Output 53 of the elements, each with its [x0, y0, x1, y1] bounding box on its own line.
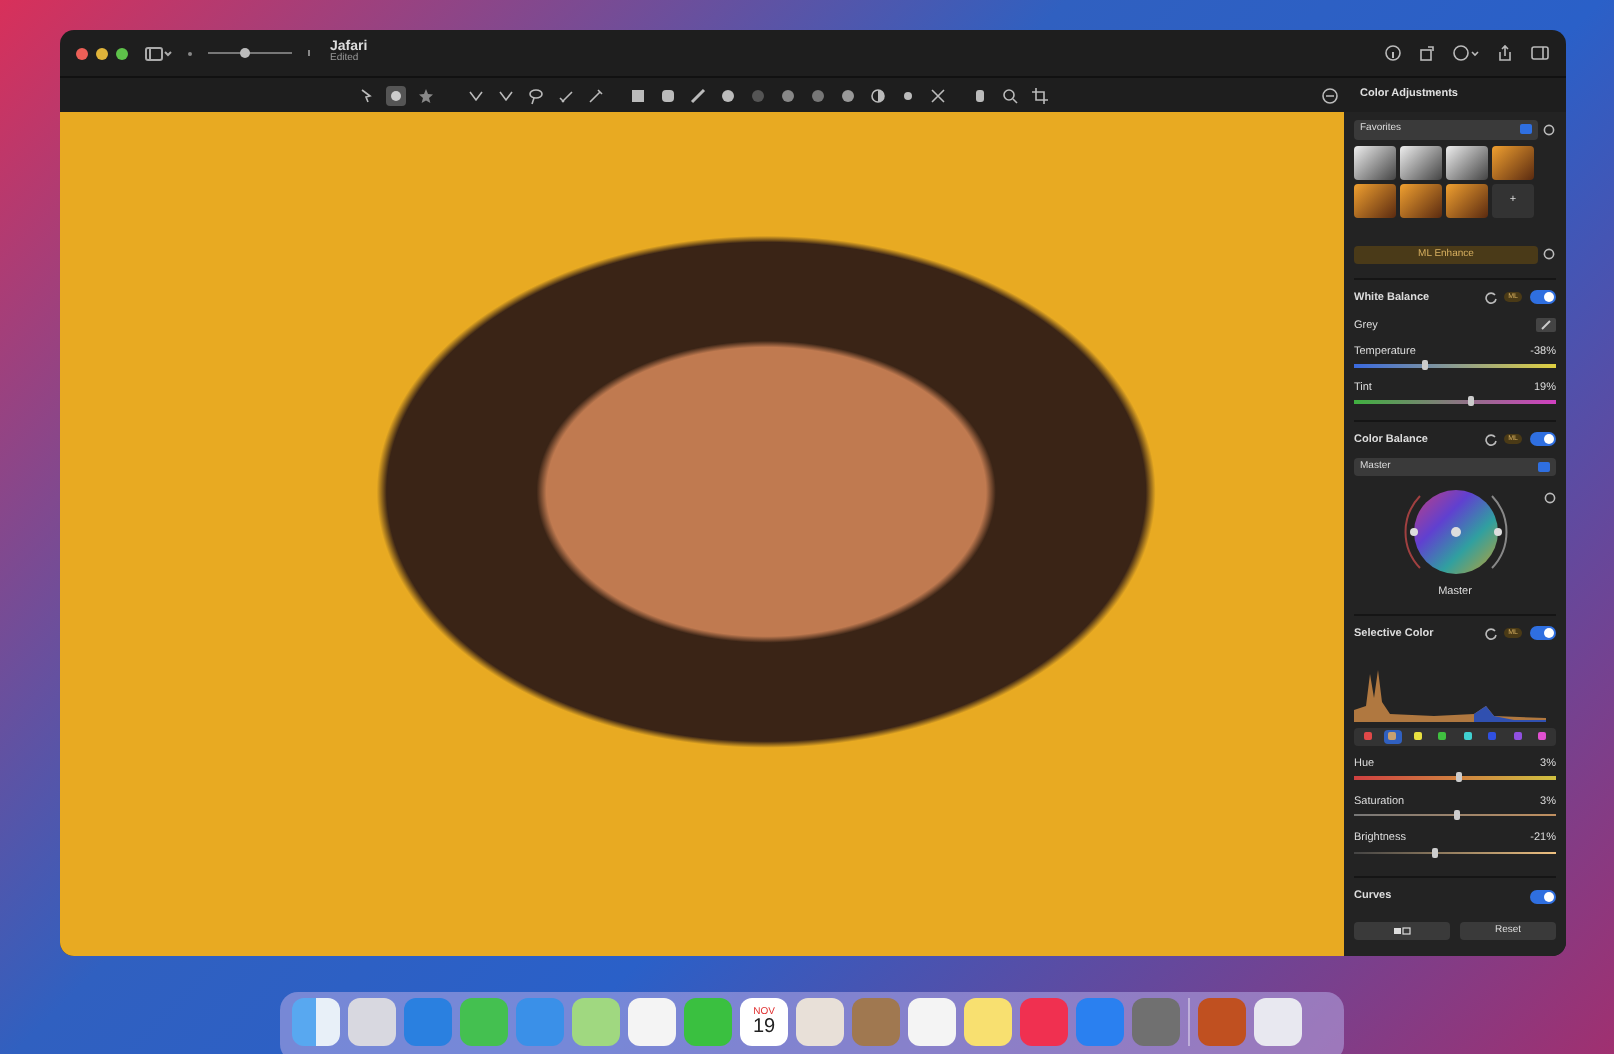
circle-icon[interactable]: [837, 85, 857, 105]
color-swatch[interactable]: [1433, 729, 1452, 744]
color-swatch[interactable]: [1508, 729, 1527, 744]
toggle-switch[interactable]: [1530, 889, 1556, 904]
preset-thumbnail[interactable]: [1446, 183, 1488, 217]
more-icon[interactable]: [1542, 123, 1556, 136]
preset-thumbnail[interactable]: [1354, 183, 1396, 217]
toggle-switch[interactable]: [1530, 290, 1556, 305]
close-button[interactable]: [76, 47, 88, 59]
calendar-day: 19: [752, 1017, 776, 1037]
info-icon[interactable]: [1384, 44, 1402, 62]
zoom-button[interactable]: [116, 47, 128, 59]
star-icon[interactable]: [415, 85, 435, 105]
compare-icon: [1392, 926, 1412, 937]
preset-thumbnail[interactable]: [1446, 145, 1488, 179]
circle-icon[interactable]: [807, 85, 827, 105]
more-icon[interactable]: [1452, 44, 1480, 62]
preset-thumbnail[interactable]: [1492, 145, 1534, 179]
eyedropper-button[interactable]: [1536, 318, 1556, 333]
compare-button[interactable]: [1354, 922, 1450, 941]
color-swatch[interactable]: [1533, 729, 1552, 744]
preset-thumbnail[interactable]: [1354, 145, 1396, 179]
crop-icon[interactable]: [1029, 85, 1049, 105]
sidebar-icon[interactable]: [1530, 44, 1550, 62]
reset-icon[interactable]: [1484, 290, 1499, 305]
minimize-button[interactable]: [96, 47, 108, 59]
toggle-switch[interactable]: [1530, 626, 1556, 641]
contrast-icon[interactable]: [867, 85, 887, 105]
sidebar-toggle-icon[interactable]: [144, 45, 172, 61]
slider-thumb[interactable]: [240, 48, 251, 58]
more-icon[interactable]: [1542, 248, 1556, 260]
color-swatch[interactable]: [1458, 729, 1477, 744]
slider-thumb[interactable]: [1468, 396, 1475, 406]
color-swatch[interactable]: [1358, 729, 1376, 744]
reset-icon[interactable]: [1484, 432, 1499, 447]
reset-icon[interactable]: [1484, 626, 1499, 641]
reset-icon[interactable]: [1544, 492, 1556, 505]
pencil-icon[interactable]: [687, 85, 707, 105]
lasso-icon[interactable]: [525, 85, 545, 105]
slider-thumb[interactable]: [1431, 847, 1438, 857]
share-icon[interactable]: [1496, 44, 1514, 62]
search-icon[interactable]: [999, 85, 1019, 105]
circle-icon[interactable]: [777, 85, 797, 105]
toggle-switch[interactable]: [1530, 432, 1556, 447]
preset-thumbnail[interactable]: [1400, 183, 1442, 217]
color-swatch[interactable]: [1383, 729, 1402, 744]
slider-thumb[interactable]: [1454, 809, 1460, 820]
slider-thumb[interactable]: [1456, 772, 1463, 782]
preset-thumbnail[interactable]: [1400, 145, 1442, 179]
minus-circle-icon[interactable]: [1319, 85, 1339, 105]
color-swatch[interactable]: [1483, 729, 1502, 744]
color-swatch[interactable]: [1408, 729, 1427, 744]
slider-thumb[interactable]: [1421, 360, 1428, 371]
